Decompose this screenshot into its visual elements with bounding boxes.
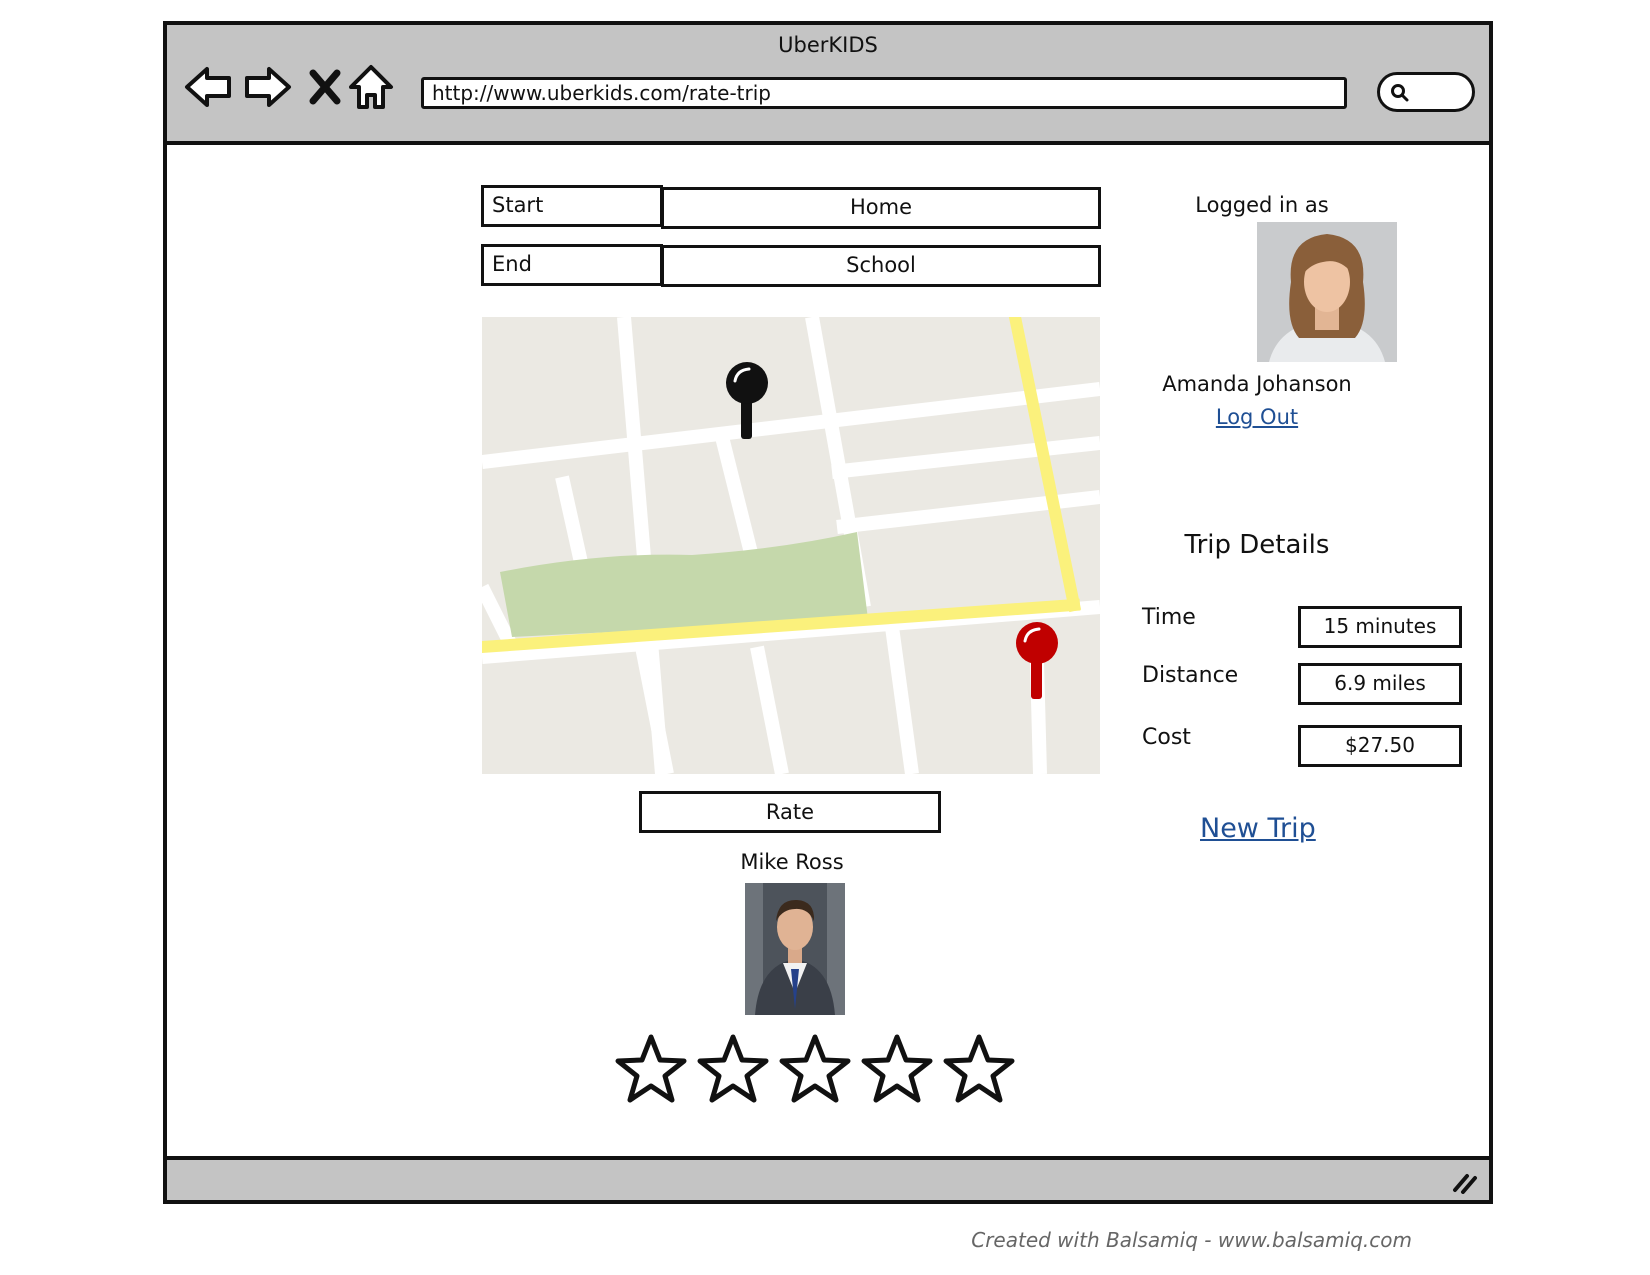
browser-search-box[interactable] (1377, 72, 1475, 112)
star-3-icon[interactable] (778, 1033, 852, 1107)
user-avatar (1257, 222, 1397, 362)
back-arrow-icon[interactable] (183, 61, 235, 113)
search-icon (1391, 84, 1409, 102)
map-image (482, 317, 1100, 774)
start-pin-icon (726, 362, 768, 439)
driver-avatar (745, 883, 845, 1015)
user-name: Amanda Johanson (1162, 372, 1352, 396)
rating-stars (614, 1033, 1016, 1107)
star-4-icon[interactable] (860, 1033, 934, 1107)
end-label: End (481, 244, 663, 286)
browser-window: UberKIDS http://www.uberkids.com/rate-tr… (163, 21, 1493, 1204)
star-2-icon[interactable] (696, 1033, 770, 1107)
browser-statusbar (167, 1156, 1489, 1200)
star-1-icon[interactable] (614, 1033, 688, 1107)
time-label: Time (1142, 605, 1196, 630)
cost-label: Cost (1142, 725, 1191, 750)
cost-value: $27.50 (1298, 725, 1462, 767)
browser-titlebar: UberKIDS http://www.uberkids.com/rate-tr… (167, 25, 1489, 145)
logged-in-label: Logged in as (1195, 193, 1329, 217)
end-pin-icon (1016, 622, 1058, 699)
balsamiq-credit: Created with Balsamiq - www.balsamiq.com (971, 1228, 1412, 1252)
start-label: Start (481, 185, 663, 227)
resize-grip-icon[interactable] (1451, 1170, 1479, 1194)
trip-details-heading: Trip Details (1184, 530, 1330, 560)
address-bar[interactable]: http://www.uberkids.com/rate-trip (421, 77, 1347, 109)
close-x-icon[interactable] (299, 61, 351, 113)
rate-button[interactable]: Rate (639, 791, 941, 833)
new-trip-link[interactable]: New Trip (1200, 813, 1316, 844)
window-title: UberKIDS (778, 33, 878, 57)
start-field[interactable]: Home (661, 187, 1101, 229)
time-value: 15 minutes (1298, 606, 1462, 648)
route-map[interactable] (482, 317, 1100, 774)
star-5-icon[interactable] (942, 1033, 1016, 1107)
forward-arrow-icon[interactable] (241, 61, 293, 113)
logout-link[interactable]: Log Out (1207, 405, 1307, 429)
distance-value: 6.9 miles (1298, 663, 1462, 705)
driver-name: Mike Ross (740, 850, 844, 874)
distance-label: Distance (1142, 663, 1239, 688)
end-field[interactable]: School (661, 245, 1101, 287)
home-icon[interactable] (345, 61, 397, 113)
